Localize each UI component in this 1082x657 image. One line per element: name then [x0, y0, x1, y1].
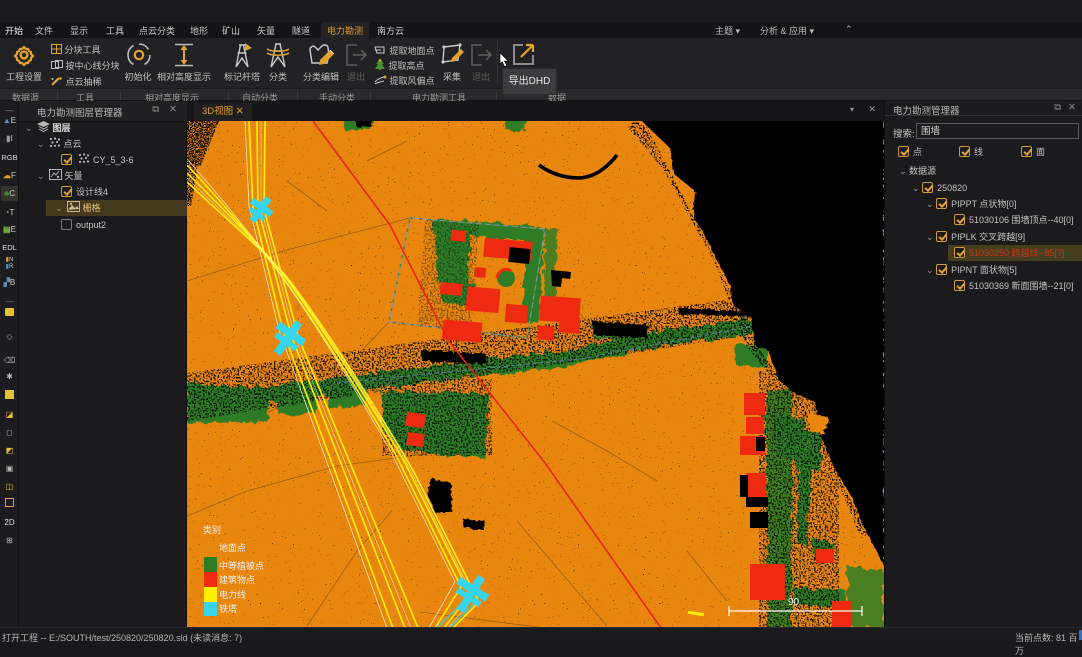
svg-text:类别: 类别 [203, 524, 221, 535]
svg-text:中等植被点: 中等植被点 [219, 560, 264, 571]
svg-text:建筑物点: 建筑物点 [219, 574, 255, 585]
svg-text:电力线: 电力线 [219, 589, 246, 600]
svg-text:铁塔: 铁塔 [219, 603, 237, 614]
svg-text:地面点: 地面点 [219, 542, 246, 553]
svg-text:90: 90 [788, 597, 800, 608]
